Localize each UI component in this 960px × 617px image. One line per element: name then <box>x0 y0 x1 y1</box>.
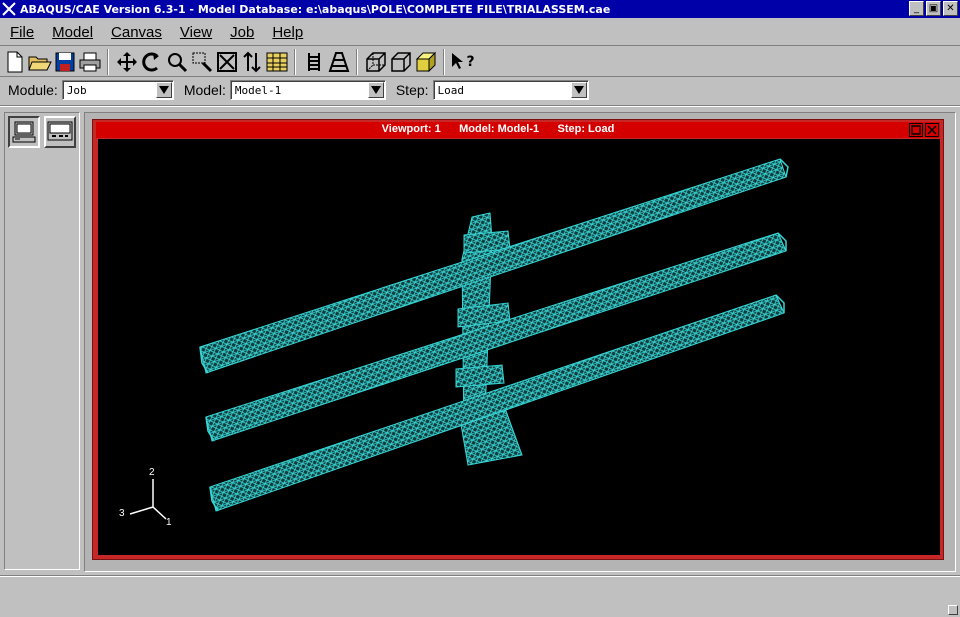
box-zoom-button[interactable] <box>189 49 214 75</box>
module-label: Module: <box>8 82 58 98</box>
menu-help[interactable]: Help <box>262 24 311 41</box>
module-value: Job <box>66 83 87 97</box>
cycle-views-button[interactable] <box>239 49 264 75</box>
message-area[interactable] <box>0 578 960 610</box>
toolbar-separator <box>294 48 296 75</box>
context-help-button[interactable]: ? <box>450 49 475 75</box>
chevron-down-icon[interactable] <box>570 82 587 98</box>
separator <box>0 105 960 107</box>
new-file-button[interactable] <box>2 49 27 75</box>
cycle-views-icon <box>242 51 261 72</box>
front-view-button[interactable] <box>388 49 413 75</box>
step-label: Step: <box>395 82 429 98</box>
monitor-icon <box>47 121 73 141</box>
toolbar-separator <box>107 48 109 75</box>
rotate-icon <box>141 52 159 71</box>
module-combo[interactable]: Job <box>61 80 174 100</box>
zoom-icon <box>167 52 187 72</box>
chevron-down-icon[interactable] <box>155 82 172 98</box>
table-icon <box>266 52 287 71</box>
menu-job[interactable]: Job <box>220 24 262 41</box>
computer-icon <box>12 121 36 143</box>
viewport-titlebar[interactable]: Viewport: 1 Model: Model-1 Step: Load <box>96 122 940 138</box>
minimize-button[interactable]: _ <box>909 1 924 16</box>
save-button[interactable] <box>52 49 77 75</box>
zoom-button[interactable] <box>164 49 189 75</box>
iso-view-icon <box>365 51 386 72</box>
shaded-button[interactable] <box>413 49 438 75</box>
context-bar: Module: Job Model: Model-1 Step: Load <box>0 78 960 102</box>
shaded-cube-icon <box>415 51 436 72</box>
render-wireframe-icon <box>307 52 320 71</box>
iso-view-button[interactable] <box>363 49 388 75</box>
window-title: ABAQUS/CAE Version 6.3-1 - Model Databas… <box>20 2 611 16</box>
maximize-button[interactable]: ▣ <box>926 1 941 16</box>
viewport-title: Viewport: 1 Model: Model-1 Step: Load <box>381 123 615 135</box>
model-canvas[interactable]: 2 3 1 <box>98 139 940 555</box>
step-value: Load <box>437 83 465 97</box>
new-file-icon <box>7 51 22 72</box>
close-window-button[interactable]: ✕ <box>943 1 958 16</box>
table-button[interactable] <box>264 49 289 75</box>
help-question-mark: ? <box>466 53 475 70</box>
monitor-button[interactable] <box>44 116 76 148</box>
x-app-icon <box>0 0 18 18</box>
model-value: Model-1 <box>234 83 282 97</box>
print-icon <box>79 52 100 71</box>
toolbar: ? <box>0 47 960 77</box>
auto-fit-button[interactable] <box>214 49 239 75</box>
chevron-down-icon[interactable] <box>367 82 384 98</box>
viewport-maximize-button[interactable] <box>909 123 923 137</box>
minimize-icon: _ <box>914 2 919 14</box>
model-label: Model: <box>183 82 226 98</box>
window-titlebar: ABAQUS/CAE Version 6.3-1 - Model Databas… <box>0 0 960 18</box>
toolbox <box>4 112 80 570</box>
print-button[interactable] <box>77 49 102 75</box>
pan-button[interactable] <box>114 49 139 75</box>
mesh-model-svg[interactable] <box>98 139 940 555</box>
menu-bar: File Model Canvas View Job Help <box>0 20 960 46</box>
axis-label-1: 1 <box>166 517 172 528</box>
menu-canvas[interactable]: Canvas <box>101 24 170 41</box>
resize-grip-icon[interactable] <box>948 605 958 615</box>
menu-model[interactable]: Model <box>42 24 101 41</box>
separator <box>0 575 960 577</box>
render-hidden-icon <box>328 51 349 72</box>
box-zoom-icon <box>192 52 212 72</box>
close-icon: ✕ <box>946 2 955 14</box>
rotate-button[interactable] <box>139 49 164 75</box>
axis-label-2: 2 <box>149 467 155 478</box>
toolbar-separator <box>443 48 445 75</box>
axis-triad <box>129 479 167 520</box>
auto-fit-icon <box>216 51 237 72</box>
pan-icon <box>116 51 137 72</box>
render-wireframe-button[interactable] <box>301 49 326 75</box>
step-combo[interactable]: Load <box>432 80 589 100</box>
render-hidden-button[interactable] <box>326 49 351 75</box>
viewport-window[interactable]: Viewport: 1 Model: Model-1 Step: Load 2 … <box>92 119 944 560</box>
viewport-close-button[interactable] <box>925 123 939 137</box>
model-combo[interactable]: Model-1 <box>229 80 386 100</box>
open-folder-icon <box>27 56 52 70</box>
toolbar-separator <box>356 48 358 75</box>
maximize-icon <box>911 125 921 135</box>
axis-label-3: 3 <box>119 508 125 519</box>
close-icon <box>927 125 937 135</box>
open-button[interactable] <box>27 49 52 75</box>
job-manager-button[interactable] <box>8 116 40 148</box>
front-view-icon <box>390 51 411 72</box>
save-disk-icon <box>55 52 74 71</box>
maximize-icon: ▣ <box>928 2 939 14</box>
menu-file[interactable]: File <box>0 24 42 41</box>
menu-view[interactable]: View <box>170 24 220 41</box>
